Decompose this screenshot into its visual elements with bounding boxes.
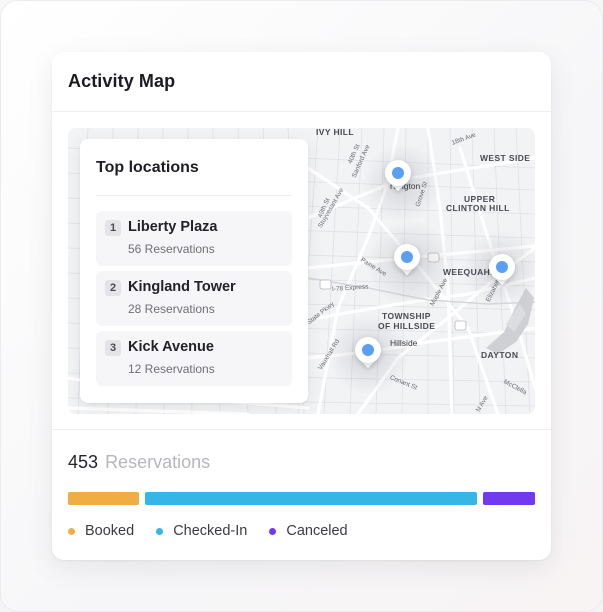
place-label: Hillside	[390, 338, 418, 348]
location-reservations: 56 Reservations	[128, 242, 215, 256]
card-title: Activity Map	[68, 71, 176, 91]
legend-item-canceled: Canceled	[269, 523, 348, 539]
legend-label: Checked-In	[173, 523, 248, 539]
location-item[interactable]: 2 Kingland Tower 28 Reservations	[96, 271, 292, 326]
panel-title: Top locations	[96, 139, 292, 196]
reservations-summary: 453 Reservations Booked Checked-In Cance…	[52, 430, 551, 539]
area-label: IVY HILL	[316, 128, 354, 137]
status-segment-checked-in	[144, 492, 477, 505]
legend-label: Booked	[85, 523, 135, 539]
rank-badge: 2	[105, 280, 121, 296]
reservations-count: 453	[68, 452, 99, 472]
location-name: Kick Avenue	[128, 339, 214, 355]
location-pin[interactable]	[394, 244, 420, 276]
canceled-dot-icon	[269, 527, 277, 535]
status-segment-booked	[68, 492, 139, 505]
status-bar	[68, 492, 535, 505]
pin-dot-icon	[362, 344, 374, 356]
card-header: Activity Map	[52, 52, 551, 112]
location-pin[interactable]	[355, 337, 381, 369]
rank-badge: 1	[105, 220, 121, 236]
pin-dot-icon	[496, 261, 508, 273]
status-segment-canceled	[482, 492, 535, 505]
location-item[interactable]: 1 Liberty Plaza 56 Reservations	[96, 211, 292, 266]
checked-in-dot-icon	[156, 527, 164, 535]
activity-map-card: Activity Map IVY HILL WEST SIDE UPPER CL…	[52, 52, 551, 560]
legend-item-booked: Booked	[68, 523, 134, 539]
status-legend: Booked Checked-In Canceled	[68, 523, 535, 539]
location-reservations: 12 Reservations	[128, 362, 215, 376]
reservations-unit: Reservations	[105, 452, 211, 472]
legend-item-checked-in: Checked-In	[156, 523, 247, 539]
location-pin[interactable]	[489, 254, 515, 286]
top-locations-panel: Top locations 1 Liberty Plaza 56 Reserva…	[80, 139, 308, 403]
location-name: Liberty Plaza	[128, 219, 218, 235]
map[interactable]: IVY HILL WEST SIDE UPPER CLINTON HILL WE…	[68, 128, 535, 414]
area-label: DAYTON	[481, 350, 519, 360]
pin-dot-icon	[401, 251, 413, 263]
booked-dot-icon	[68, 527, 75, 535]
legend-label: Canceled	[286, 523, 348, 539]
location-name: Kingland Tower	[128, 279, 236, 295]
area-label: CLINTON HILL	[446, 203, 510, 213]
reservations-total: 453 Reservations	[68, 452, 535, 476]
pin-dot-icon	[392, 167, 404, 179]
location-reservations: 28 Reservations	[128, 302, 215, 316]
locations-list: 1 Liberty Plaza 56 Reservations 2 Kingla…	[96, 196, 292, 386]
rank-badge: 3	[105, 340, 121, 356]
area-label: TOWNSHIP	[382, 311, 431, 321]
area-label: OF HILLSIDE	[378, 321, 436, 331]
location-pin[interactable]	[385, 160, 411, 192]
map-section: IVY HILL WEST SIDE UPPER CLINTON HILL WE…	[52, 112, 551, 430]
area-label: WEST SIDE	[480, 153, 531, 163]
location-item[interactable]: 3 Kick Avenue 12 Reservations	[96, 331, 292, 386]
